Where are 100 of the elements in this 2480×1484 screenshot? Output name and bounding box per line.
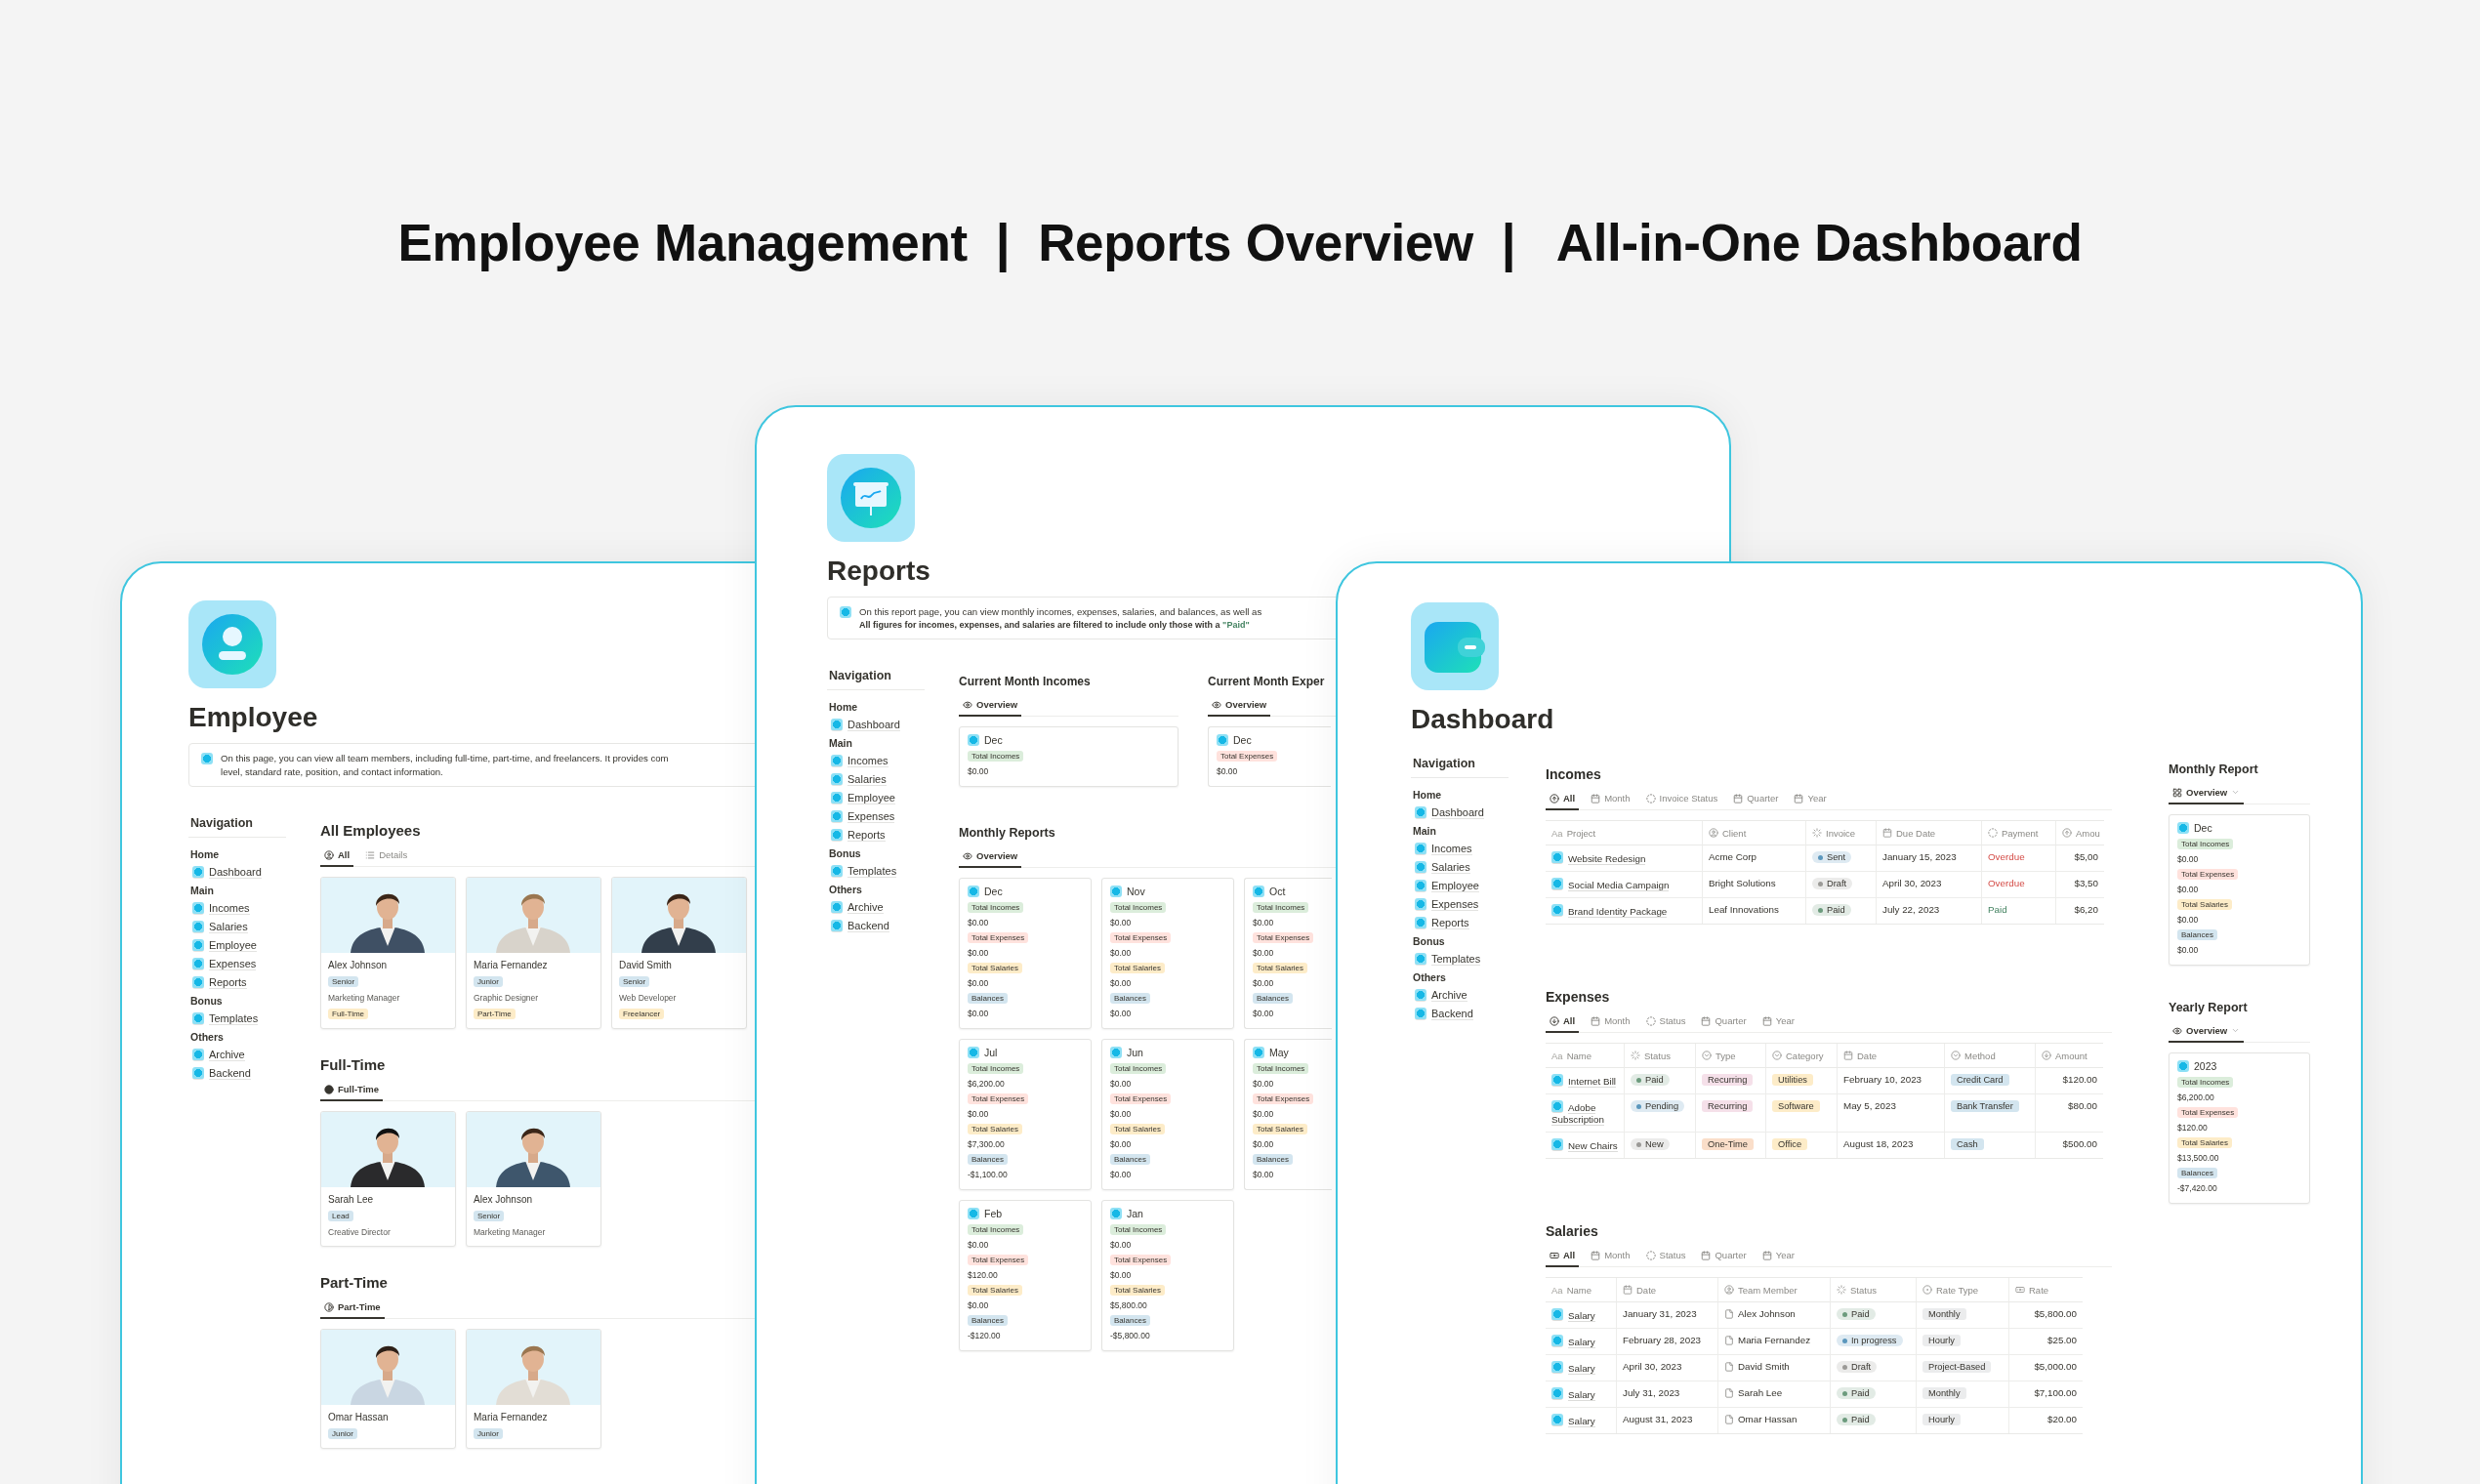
column-header[interactable]: Rate bbox=[2008, 1278, 2083, 1302]
report-card[interactable]: Jan Total Incomes $0.00 Total Expenses $0.00 Total Salaries $5,800.00 Balances -$5,800.00 bbox=[1101, 1200, 1234, 1351]
view-tab[interactable]: All bbox=[320, 846, 354, 867]
view-tab[interactable]: Year bbox=[1757, 1247, 1798, 1267]
nav-link[interactable]: Backend bbox=[827, 917, 925, 935]
team-member[interactable]: Maria Fernandez bbox=[1724, 1335, 1811, 1345]
nav-link[interactable]: Expenses bbox=[1411, 895, 1509, 914]
team-member[interactable]: Alex Johnson bbox=[1724, 1308, 1796, 1319]
view-tab[interactable]: Overview bbox=[959, 696, 1022, 717]
nav-link[interactable]: Dashboard bbox=[827, 716, 925, 734]
report-card[interactable]: Oct Total Incomes $0.00 Total Expenses $0.00 Total Salaries $0.00 Balances $0.00 bbox=[1244, 878, 1332, 1029]
nav-link[interactable]: Salaries bbox=[827, 770, 925, 789]
row-title[interactable]: Website Redesign bbox=[1551, 851, 1646, 865]
report-card[interactable]: Dec Total Incomes $0.00 Total Expenses $0.00 Total Salaries $0.00 Balances $0.00 bbox=[2169, 814, 2310, 966]
column-header[interactable]: Aa Name bbox=[1546, 1044, 1624, 1068]
view-tab[interactable]: Quarter bbox=[1729, 790, 1783, 810]
nav-link[interactable]: Employee bbox=[827, 789, 925, 807]
column-header[interactable]: Team Member bbox=[1717, 1278, 1830, 1302]
nav-link[interactable]: Incomes bbox=[827, 752, 925, 770]
view-tab[interactable]: Month bbox=[1587, 1247, 1634, 1267]
view-tab[interactable]: Full-Time bbox=[320, 1081, 384, 1101]
view-tab[interactable]: Overview bbox=[1208, 696, 1271, 717]
column-header[interactable]: Client bbox=[1702, 821, 1805, 845]
nav-link[interactable]: Reports bbox=[827, 826, 925, 845]
row-title[interactable]: Salary bbox=[1551, 1414, 1595, 1427]
row-title[interactable]: New Chairs bbox=[1551, 1138, 1618, 1152]
team-member[interactable]: David Smith bbox=[1724, 1361, 1790, 1372]
nav-link[interactable]: Salaries bbox=[188, 918, 286, 936]
row-title[interactable]: Adobe Subscription bbox=[1551, 1100, 1618, 1126]
row-title[interactable]: Brand Identity Package bbox=[1551, 904, 1668, 918]
nav-link[interactable]: Reports bbox=[188, 973, 286, 992]
view-tab[interactable]: Overview bbox=[2169, 784, 2245, 804]
report-card[interactable]: Dec Total Expenses $0.00 bbox=[1208, 726, 1331, 787]
view-tab[interactable]: Quarter bbox=[1697, 1247, 1751, 1267]
report-card[interactable]: Dec Total Incomes $0.00 Total Expenses $0.00 Total Salaries $0.00 Balances $0.00 bbox=[959, 878, 1092, 1029]
employee-card[interactable]: Sarah Lee Lead Creative Director bbox=[320, 1111, 456, 1247]
employee-card[interactable]: David Smith Senior Web Developer Freelancer bbox=[611, 877, 747, 1029]
column-header[interactable]: Due Date bbox=[1876, 821, 1981, 845]
nav-link[interactable]: Backend bbox=[1411, 1005, 1509, 1023]
view-tab[interactable]: Month bbox=[1587, 1012, 1634, 1033]
report-card[interactable]: Jul Total Incomes $6,200.00 Total Expenses $0.00 Total Salaries $7,300.00 Balances -$1,100.00 bbox=[959, 1039, 1092, 1190]
view-tab[interactable]: Overview bbox=[959, 847, 1022, 868]
column-header[interactable]: Payment bbox=[1981, 821, 2055, 845]
nav-link[interactable]: Incomes bbox=[1411, 840, 1509, 858]
view-tab[interactable]: Status bbox=[1641, 1012, 1690, 1033]
nav-link[interactable]: Archive bbox=[188, 1046, 286, 1064]
view-tab[interactable]: Overview bbox=[2169, 1022, 2245, 1043]
nav-link[interactable]: Incomes bbox=[188, 899, 286, 918]
nav-link[interactable]: Expenses bbox=[827, 807, 925, 826]
report-card[interactable]: 2023 Total Incomes $6,200.00 Total Expenses $120.00 Total Salaries $13,500.00 Balances -$7,420.00 bbox=[2169, 1052, 2310, 1204]
column-header[interactable]: Invoice bbox=[1805, 821, 1876, 845]
employee-card[interactable]: Alex Johnson Senior Marketing Manager Full-Time bbox=[320, 877, 456, 1029]
nav-link[interactable]: Archive bbox=[1411, 986, 1509, 1005]
view-tab[interactable]: All bbox=[1546, 1247, 1580, 1267]
column-header[interactable]: Category bbox=[1765, 1044, 1837, 1068]
column-header[interactable]: Aa Project bbox=[1546, 821, 1702, 845]
nav-link[interactable]: Expenses bbox=[188, 955, 286, 973]
view-tab[interactable]: Year bbox=[1757, 1012, 1798, 1033]
report-card[interactable]: Dec Total Incomes $0.00 bbox=[959, 726, 1178, 787]
nav-link[interactable]: Dashboard bbox=[188, 863, 286, 882]
view-tab[interactable]: Details bbox=[361, 846, 412, 867]
column-header[interactable]: Aa Name bbox=[1546, 1278, 1616, 1302]
column-header[interactable]: Status bbox=[1624, 1044, 1695, 1068]
view-tab[interactable]: Status bbox=[1641, 1247, 1690, 1267]
report-card[interactable]: Jun Total Incomes $0.00 Total Expenses $0.00 Total Salaries $0.00 Balances $0.00 bbox=[1101, 1039, 1234, 1190]
row-title[interactable]: Salary bbox=[1551, 1308, 1595, 1322]
column-header[interactable]: Amount bbox=[2035, 1044, 2103, 1068]
view-tab[interactable]: All bbox=[1546, 1012, 1580, 1033]
view-tab[interactable]: Quarter bbox=[1697, 1012, 1751, 1033]
view-tab[interactable]: Year bbox=[1790, 790, 1831, 810]
column-header[interactable]: Method bbox=[1944, 1044, 2035, 1068]
column-header[interactable]: Amou bbox=[2055, 821, 2104, 845]
column-header[interactable]: Type bbox=[1695, 1044, 1765, 1068]
view-tab[interactable]: Invoice Status bbox=[1641, 790, 1722, 810]
nav-link[interactable]: Templates bbox=[1411, 950, 1509, 969]
nav-link[interactable]: Archive bbox=[827, 898, 925, 917]
row-title[interactable]: Salary bbox=[1551, 1387, 1595, 1401]
row-title[interactable]: Internet Bill bbox=[1551, 1074, 1616, 1088]
column-header[interactable]: Date bbox=[1616, 1278, 1717, 1302]
view-tab[interactable]: Month bbox=[1587, 790, 1634, 810]
view-tab[interactable]: All bbox=[1546, 790, 1580, 810]
row-title[interactable]: Salary bbox=[1551, 1335, 1595, 1348]
column-header[interactable]: Rate Type bbox=[1916, 1278, 2008, 1302]
report-card[interactable]: Feb Total Incomes $0.00 Total Expenses $120.00 Total Salaries $0.00 Balances -$120.00 bbox=[959, 1200, 1092, 1351]
report-card[interactable]: May Total Incomes $0.00 Total Expenses $0.00 Total Salaries $0.00 Balances $0.00 bbox=[1244, 1039, 1332, 1190]
nav-link[interactable]: Employee bbox=[1411, 877, 1509, 895]
report-card[interactable]: Nov Total Incomes $0.00 Total Expenses $0.00 Total Salaries $0.00 Balances $0.00 bbox=[1101, 878, 1234, 1029]
employee-card[interactable]: Omar Hassan Junior bbox=[320, 1329, 456, 1449]
nav-link[interactable]: Salaries bbox=[1411, 858, 1509, 877]
nav-link[interactable]: Reports bbox=[1411, 914, 1509, 932]
employee-card[interactable]: Alex Johnson Senior Marketing Manager bbox=[466, 1111, 601, 1247]
team-member[interactable]: Omar Hassan bbox=[1724, 1414, 1798, 1424]
nav-link[interactable]: Templates bbox=[188, 1010, 286, 1028]
employee-card[interactable]: Maria Fernandez Junior bbox=[466, 1329, 601, 1449]
nav-link[interactable]: Dashboard bbox=[1411, 804, 1509, 822]
nav-link[interactable]: Employee bbox=[188, 936, 286, 955]
view-tab[interactable]: Part-Time bbox=[320, 1298, 385, 1319]
employee-card[interactable]: Maria Fernandez Junior Graphic Designer Part-Time bbox=[466, 877, 601, 1029]
team-member[interactable]: Sarah Lee bbox=[1724, 1387, 1783, 1398]
column-header[interactable]: Status bbox=[1830, 1278, 1916, 1302]
